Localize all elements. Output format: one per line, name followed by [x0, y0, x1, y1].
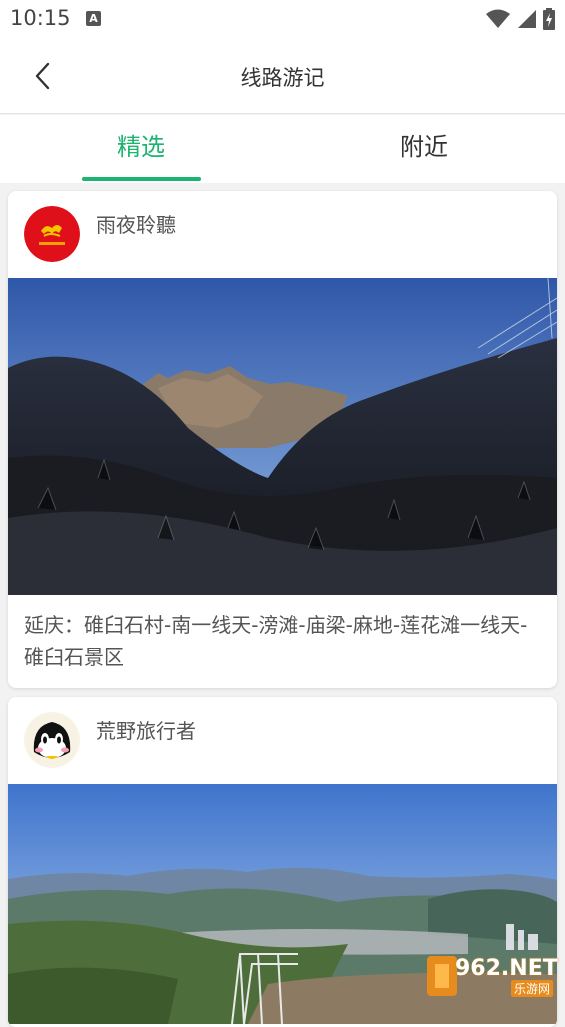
- avatar[interactable]: [24, 206, 80, 262]
- active-tab-indicator: [82, 177, 201, 181]
- top-app-bar: 线路游记: [0, 38, 565, 114]
- wifi-icon: [485, 9, 511, 29]
- post-card[interactable]: 雨夜聆聽: [8, 191, 557, 688]
- post-image-mountain-valley[interactable]: [8, 278, 557, 595]
- status-bar: 10:15 A: [0, 0, 565, 38]
- tab-bar: 精选 附近: [0, 115, 565, 183]
- tab-featured[interactable]: 精选: [41, 115, 241, 183]
- post-title[interactable]: 延庆：碓臼石村-南一线天-滂滩-庙梁-麻地-莲花滩一线天-碓臼石景区: [24, 609, 541, 673]
- watermark-logo: 962.NET 乐游网: [425, 954, 559, 1000]
- author-name[interactable]: 雨夜聆聽: [96, 209, 176, 238]
- watermark-brand: 962.NET: [455, 956, 558, 981]
- post-header: 荒野旅行者: [8, 697, 557, 784]
- tab-nearby[interactable]: 附近: [324, 115, 524, 183]
- avatar[interactable]: [24, 712, 80, 768]
- status-icons: [485, 8, 555, 30]
- watermark-sub: 乐游网: [511, 980, 553, 997]
- avatar-logo-icon: [24, 206, 80, 262]
- avatar-cartoon-icon: [24, 712, 80, 768]
- page-title: 线路游记: [0, 62, 565, 92]
- author-name[interactable]: 荒野旅行者: [96, 715, 196, 744]
- signal-icon: [517, 9, 537, 29]
- notification-badge-icon: A: [86, 11, 101, 26]
- battery-icon: [543, 8, 555, 30]
- post-header: 雨夜聆聽: [8, 191, 557, 278]
- status-time: 10:15: [10, 6, 71, 30]
